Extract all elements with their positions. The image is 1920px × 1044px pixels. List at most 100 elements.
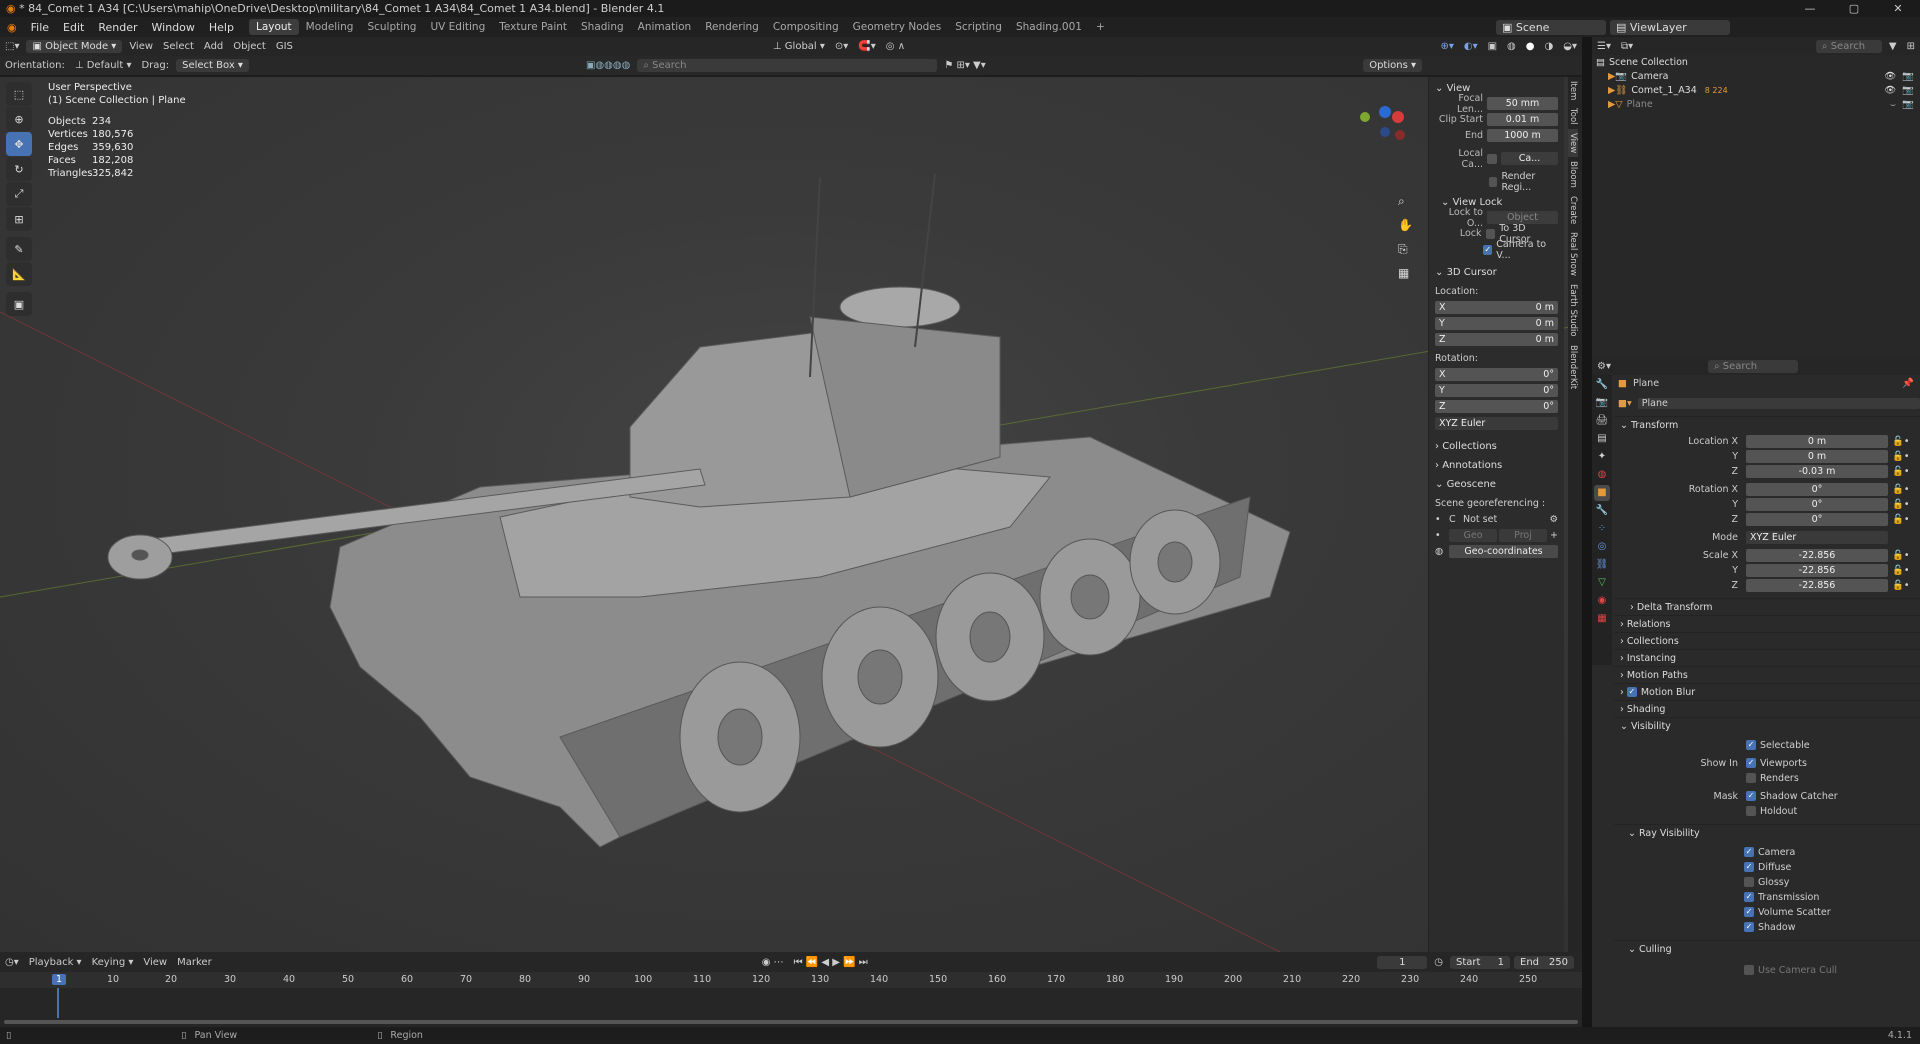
- tab-create[interactable]: Create: [1568, 192, 1578, 228]
- end-frame-field[interactable]: End 250: [1514, 955, 1574, 969]
- camera-cull-checkbox[interactable]: [1744, 965, 1754, 975]
- material-tab-icon[interactable]: ◉: [1594, 593, 1610, 609]
- data-tab-icon[interactable]: ▽: [1594, 575, 1610, 591]
- cursor-loc-x-field[interactable]: X 0 m: [1435, 301, 1558, 314]
- current-frame-field[interactable]: 1: [1377, 955, 1428, 969]
- lock-icon[interactable]: 🔓•: [1888, 451, 1909, 462]
- geo-coordinates-button[interactable]: Geo-coordinates: [1449, 545, 1558, 558]
- menu-object[interactable]: Object: [228, 40, 271, 53]
- visibility-eye-icon[interactable]: 👁: [1884, 71, 1896, 82]
- holdout-checkbox[interactable]: [1746, 806, 1756, 816]
- lock-icon[interactable]: 🔓•: [1888, 550, 1909, 561]
- display-mode-icon[interactable]: ⧉▾: [1616, 40, 1638, 53]
- ray-visibility-header[interactable]: ⌄ Ray Visibility: [1614, 824, 1920, 841]
- scale-icon[interactable]: ⤢: [6, 182, 32, 206]
- 3d-cursor-header[interactable]: ⌄ 3D Cursor: [1429, 265, 1564, 280]
- proj-button[interactable]: Proj: [1499, 529, 1548, 542]
- menu-marker[interactable]: Marker: [172, 956, 217, 969]
- clock-icon[interactable]: ◷: [1429, 956, 1448, 969]
- xray-toggle-icon[interactable]: ▣: [1483, 40, 1502, 53]
- tab-uv-editing[interactable]: UV Editing: [423, 19, 492, 35]
- new-collection-icon[interactable]: ⊞: [1902, 40, 1920, 53]
- ray-volume-checkbox[interactable]: ✓: [1744, 907, 1754, 917]
- lock-icon[interactable]: 🔓•: [1888, 466, 1909, 477]
- tab-scripting[interactable]: Scripting: [948, 19, 1009, 35]
- renders-checkbox[interactable]: [1746, 773, 1756, 783]
- relations-header[interactable]: › Relations: [1614, 615, 1920, 632]
- viewports-checkbox[interactable]: ✓: [1746, 758, 1756, 768]
- rotation-mode-dropdown[interactable]: XYZ Euler: [1746, 530, 1888, 544]
- visibility-header[interactable]: ⌄ Visibility: [1614, 717, 1920, 734]
- zoom-icon[interactable]: ⌕: [1398, 194, 1405, 208]
- pan-hand-icon[interactable]: ✋: [1398, 218, 1413, 232]
- auto-key-icon[interactable]: ◉ ⋯: [757, 956, 789, 969]
- pivot-icon[interactable]: ⊙▾: [830, 40, 853, 53]
- lock-icon[interactable]: 🔓•: [1888, 436, 1909, 447]
- shading-wireframe-icon[interactable]: ◍: [1502, 40, 1521, 53]
- shading-header[interactable]: › Shading: [1614, 700, 1920, 717]
- tab-rendering[interactable]: Rendering: [698, 19, 766, 35]
- rotation-x-field[interactable]: 0°: [1746, 482, 1888, 496]
- selectable-checkbox[interactable]: ✓: [1746, 740, 1756, 750]
- close-icon[interactable]: ✕: [1876, 0, 1920, 17]
- scale-y-field[interactable]: -22.856: [1746, 563, 1888, 577]
- datablock-icon[interactable]: ■▾: [1618, 398, 1632, 409]
- scene-selector[interactable]: ▣ Scene: [1496, 19, 1606, 35]
- delta-transform-header[interactable]: › Delta Transform: [1614, 598, 1920, 615]
- filter-icon[interactable]: ▼: [1884, 40, 1902, 53]
- mode-selector[interactable]: ▣ Object Mode ▾: [26, 40, 123, 53]
- navigation-gizmo[interactable]: [1360, 106, 1405, 140]
- outliner-search-input[interactable]: ⌕ Search: [1815, 39, 1882, 53]
- motion-paths-header[interactable]: › Motion Paths: [1614, 666, 1920, 683]
- cursor-rot-y-field[interactable]: Y 0°: [1435, 384, 1558, 397]
- cursor-rot-z-field[interactable]: Z 0°: [1435, 400, 1558, 413]
- ray-transmission-checkbox[interactable]: ✓: [1744, 892, 1754, 902]
- tab-shading[interactable]: Shading: [574, 19, 631, 35]
- proportional-edit-icon[interactable]: ◎ ∧: [881, 40, 910, 53]
- menu-help[interactable]: Help: [202, 21, 241, 34]
- transform-orientation[interactable]: ⊥ Global ▾: [768, 40, 830, 53]
- tab-earth-studio[interactable]: Earth Studio: [1568, 280, 1578, 341]
- scene-tab-icon[interactable]: ✦: [1594, 449, 1610, 465]
- annotate-icon[interactable]: ✎: [6, 237, 32, 261]
- lock-icon[interactable]: 🔓•: [1888, 514, 1909, 525]
- menu-render[interactable]: Render: [91, 21, 144, 34]
- ray-diffuse-checkbox[interactable]: ✓: [1744, 862, 1754, 872]
- properties-search-input[interactable]: ⌕ Search: [1707, 359, 1798, 373]
- timeline-editor-icon[interactable]: ◷▾: [0, 956, 24, 969]
- tab-texture-paint[interactable]: Texture Paint: [492, 19, 574, 35]
- drag-dropdown[interactable]: Select Box ▾: [176, 59, 249, 72]
- rotation-z-field[interactable]: 0°: [1746, 512, 1888, 526]
- collections-header[interactable]: › Collections: [1429, 439, 1564, 454]
- cursor-loc-z-field[interactable]: Z 0 m: [1435, 333, 1558, 346]
- menu-add[interactable]: Add: [199, 40, 228, 53]
- measure-icon[interactable]: 📐: [6, 262, 32, 286]
- outliner-item-camera[interactable]: ▶📷 Camera 👁 📷: [1592, 69, 1920, 83]
- collections-header[interactable]: › Collections: [1614, 632, 1920, 649]
- object-name[interactable]: Plane: [1633, 378, 1902, 389]
- select-box-icon[interactable]: ⬚: [6, 82, 32, 106]
- constraints-tab-icon[interactable]: ⛓: [1594, 557, 1610, 573]
- geoscene-header[interactable]: ⌄ Geoscene: [1429, 477, 1564, 492]
- properties-editor-icon[interactable]: ⚙▾: [1592, 360, 1616, 373]
- transform-icon[interactable]: ⊞: [6, 207, 32, 231]
- scale-z-field[interactable]: -22.856: [1746, 578, 1888, 592]
- instancing-header[interactable]: › Instancing: [1614, 649, 1920, 666]
- local-camera-field[interactable]: Ca...: [1501, 152, 1558, 165]
- modifier-tab-icon[interactable]: 🔧: [1594, 503, 1610, 519]
- rotation-mode-dropdown[interactable]: XYZ Euler: [1435, 417, 1558, 430]
- ray-shadow-checkbox[interactable]: ✓: [1744, 922, 1754, 932]
- render-camera-icon[interactable]: 📷: [1902, 71, 1914, 82]
- outliner-item-comet[interactable]: ▶⛓ Comet_1_A34 8 224 👁 📷: [1592, 83, 1920, 97]
- menu-select[interactable]: Select: [158, 40, 199, 53]
- maximize-icon[interactable]: ▢: [1832, 0, 1876, 17]
- pin-icon[interactable]: 📌: [1902, 378, 1914, 389]
- move-icon[interactable]: ✥: [6, 132, 32, 156]
- clip-end-field[interactable]: 1000 m: [1487, 129, 1558, 142]
- tab-tool[interactable]: Tool: [1568, 104, 1578, 129]
- shading-material-icon[interactable]: ◑: [1540, 40, 1559, 53]
- hidden-eye-icon[interactable]: ⌣: [1890, 99, 1896, 110]
- render-region-checkbox[interactable]: [1489, 176, 1498, 187]
- scale-x-field[interactable]: -22.856: [1746, 548, 1888, 562]
- outliner-editor-icon[interactable]: ☰▾: [1592, 40, 1616, 53]
